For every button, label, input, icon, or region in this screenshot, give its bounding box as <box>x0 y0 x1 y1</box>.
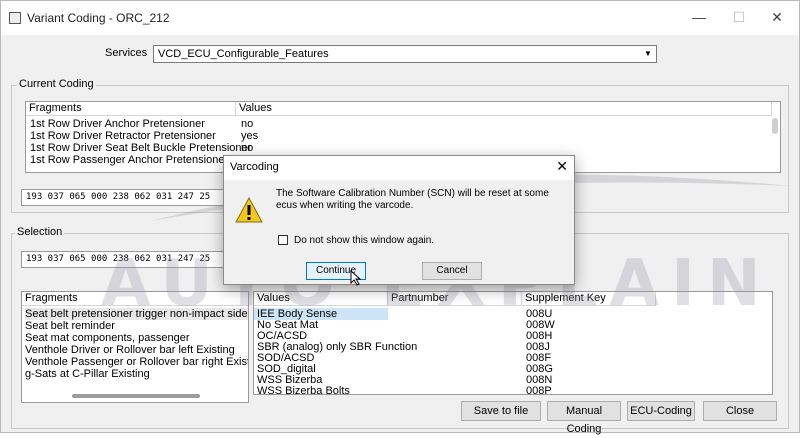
varcoding-dialog: Varcoding ✕ The Software Calibration Num… <box>223 155 575 286</box>
dialog-title: Varcoding <box>230 161 279 173</box>
variant-coding-window: Variant Coding - ORC_212 — ☐ ✕ Services … <box>0 0 800 435</box>
cancel-button[interactable]: Cancel <box>422 262 482 280</box>
mouse-cursor-icon <box>350 270 362 286</box>
warning-icon <box>235 196 263 223</box>
dialog-title-bar: Varcoding ✕ <box>224 156 574 180</box>
do-not-show-checkbox[interactable] <box>278 235 288 245</box>
do-not-show-label[interactable]: Do not show this window again. <box>294 235 434 246</box>
dialog-message: The Software Calibration Number (SCN) wi… <box>276 188 549 211</box>
close-icon[interactable]: ✕ <box>556 158 568 175</box>
